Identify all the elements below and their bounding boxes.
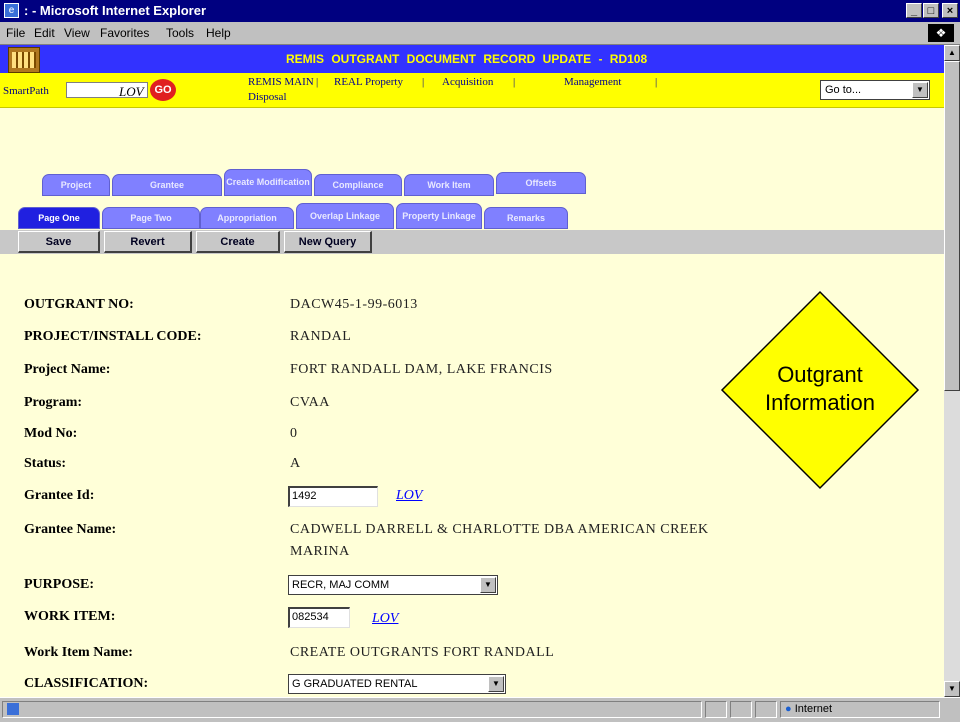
status-panel xyxy=(755,701,777,718)
chevron-down-icon[interactable]: ▼ xyxy=(480,577,496,593)
page-content: REMIS OUTGRANT DOCUMENT RECORD UPDATE - … xyxy=(0,45,944,697)
smartpath-lov-link[interactable]: LOV xyxy=(119,84,144,100)
classification-select[interactable]: G GRADUATED RENTAL ▼ xyxy=(288,674,506,694)
purpose-select-value: RECR, MAJ COMM xyxy=(292,579,390,591)
ie-icon[interactable]: e xyxy=(4,3,19,18)
purpose-label: PURPOSE: xyxy=(24,577,94,592)
outgrant-no-value: DACW45-1-99-6013 xyxy=(290,297,418,312)
nav-bar: SmartPath LOV GO REMIS MAIN | REAL Prope… xyxy=(0,73,944,108)
status-panel xyxy=(730,701,752,718)
minimize-button[interactable]: _ xyxy=(906,3,922,18)
work-item-label: WORK ITEM: xyxy=(24,609,116,624)
outgrant-info-callout: Outgrant Information xyxy=(720,290,920,490)
status-text-panel xyxy=(2,701,702,718)
app-header-bar: REMIS OUTGRANT DOCUMENT RECORD UPDATE - … xyxy=(0,45,944,73)
work-item-name-label: Work Item Name: xyxy=(24,645,133,660)
title-bar: e : - Microsoft Internet Explorer _ □ × xyxy=(0,0,960,22)
castle-logo-icon xyxy=(8,47,40,73)
scroll-up-icon[interactable]: ▲ xyxy=(944,45,960,61)
project-name-label: Project Name: xyxy=(24,362,111,377)
work-item-lov-link[interactable]: LOV xyxy=(372,611,398,627)
tab-grantee[interactable]: Grantee xyxy=(112,174,222,196)
tab-overlap-linkage[interactable]: Overlap Linkage xyxy=(296,203,394,229)
menu-file[interactable]: File xyxy=(6,26,25,40)
goto-select[interactable]: Go to... ▼ xyxy=(820,80,930,100)
tab-offsets[interactable]: Offsets xyxy=(496,172,586,194)
mod-no-label: Mod No: xyxy=(24,426,78,441)
page-icon xyxy=(7,703,19,715)
purpose-select[interactable]: RECR, MAJ COMM ▼ xyxy=(288,575,498,595)
save-button[interactable]: Save xyxy=(18,231,100,253)
close-button[interactable]: × xyxy=(942,3,958,18)
nav-separator: | xyxy=(422,76,425,88)
vertical-scrollbar[interactable]: ▲ ▼ xyxy=(944,45,960,697)
callout-line1: Outgrant xyxy=(777,362,863,387)
page-title: REMIS OUTGRANT DOCUMENT RECORD UPDATE - … xyxy=(286,52,648,66)
globe-icon: ● xyxy=(785,703,792,715)
project-code-label: PROJECT/INSTALL CODE: xyxy=(24,329,202,344)
status-value: A xyxy=(290,456,301,471)
grantee-name-value: CADWELL DARRELL & CHARLOTTE DBA AMERICAN… xyxy=(290,522,709,537)
program-label: Program: xyxy=(24,395,83,410)
tab-appropriation[interactable]: Appropriation xyxy=(200,207,294,229)
status-panel xyxy=(705,701,727,718)
nav-real-property[interactable]: REAL Property xyxy=(334,76,403,88)
maximize-button[interactable]: □ xyxy=(923,3,939,18)
grantee-name-label: Grantee Name: xyxy=(24,522,117,537)
zone-panel: ● Internet xyxy=(780,701,940,718)
grantee-lov-link[interactable]: LOV xyxy=(396,488,422,504)
nav-separator: | xyxy=(655,76,658,88)
grantee-id-label: Grantee Id: xyxy=(24,488,95,503)
nav-management[interactable]: Management xyxy=(564,76,621,88)
action-button-bar: Save Revert Create New Query xyxy=(0,230,944,254)
callout-line2: Information xyxy=(765,390,875,415)
status-label: Status: xyxy=(24,456,67,471)
tab-page-one[interactable]: Page One xyxy=(18,207,100,229)
menu-tools[interactable]: Tools xyxy=(166,26,194,40)
tab-page-two[interactable]: Page Two xyxy=(102,207,200,229)
tab-create-modification[interactable]: Create Modification xyxy=(224,169,312,196)
windows-logo-icon: ❖ xyxy=(928,24,954,42)
nav-separator: | xyxy=(513,76,516,88)
nav-remis-main[interactable]: REMIS MAIN xyxy=(248,76,314,88)
grantee-id-input[interactable]: 1492 xyxy=(288,486,378,507)
project-code-value: RANDAL xyxy=(290,329,352,344)
revert-button[interactable]: Revert xyxy=(104,231,192,253)
browser-window: e : - Microsoft Internet Explorer _ □ × … xyxy=(0,0,960,722)
tab-remarks[interactable]: Remarks xyxy=(484,207,568,229)
menu-help[interactable]: Help xyxy=(206,26,231,40)
project-name-value: FORT RANDALL DAM, LAKE FRANCIS xyxy=(290,362,553,377)
nav-disposal[interactable]: Disposal xyxy=(248,91,287,103)
new-query-button[interactable]: New Query xyxy=(284,231,372,253)
tab-compliance[interactable]: Compliance xyxy=(314,174,402,196)
menu-bar: File Edit View Favorites Tools Help ❖ xyxy=(0,22,960,45)
nav-acquisition[interactable]: Acquisition xyxy=(442,76,493,88)
program-value: CVAA xyxy=(290,395,330,410)
grantee-name-value-cont: MARINA xyxy=(290,544,350,559)
chevron-down-icon[interactable]: ▼ xyxy=(912,82,928,98)
menu-edit[interactable]: Edit xyxy=(34,26,55,40)
tab-project[interactable]: Project xyxy=(42,174,110,196)
go-button[interactable]: GO xyxy=(150,79,176,101)
tab-work-item[interactable]: Work Item xyxy=(404,174,494,196)
status-bar: ● Internet xyxy=(0,697,960,722)
menu-view[interactable]: View xyxy=(64,26,90,40)
window-title: : - Microsoft Internet Explorer xyxy=(24,3,207,18)
zone-label: Internet xyxy=(794,703,833,715)
smartpath-label: SmartPath xyxy=(3,85,49,97)
goto-select-value: Go to... xyxy=(825,84,862,96)
classification-label: CLASSIFICATION: xyxy=(24,676,149,691)
scroll-thumb[interactable] xyxy=(944,61,960,391)
chevron-down-icon[interactable]: ▼ xyxy=(488,676,504,692)
create-button[interactable]: Create xyxy=(196,231,280,253)
scroll-down-icon[interactable]: ▼ xyxy=(944,681,960,697)
work-item-name-value: CREATE OUTGRANTS FORT RANDALL xyxy=(290,645,555,660)
work-item-input[interactable]: 082534 xyxy=(288,607,350,628)
tab-property-linkage[interactable]: Property Linkage xyxy=(396,203,482,229)
outgrant-no-label: OUTGRANT NO: xyxy=(24,297,134,312)
mod-no-value: 0 xyxy=(290,426,298,441)
nav-separator: | xyxy=(316,76,319,88)
classification-select-value: G GRADUATED RENTAL xyxy=(292,678,418,690)
menu-favorites[interactable]: Favorites xyxy=(100,26,149,40)
